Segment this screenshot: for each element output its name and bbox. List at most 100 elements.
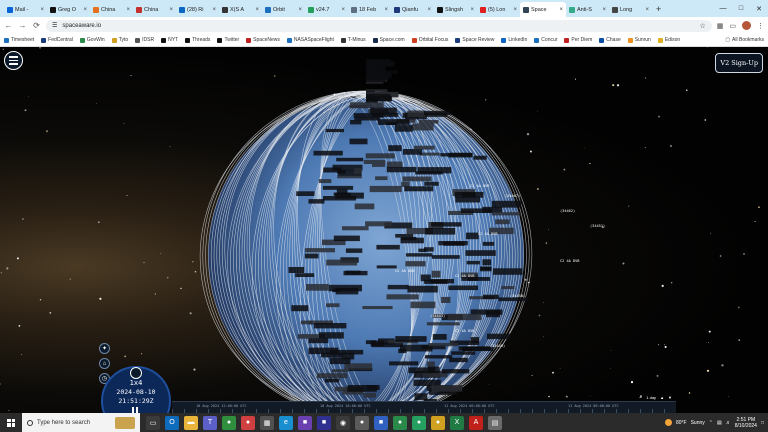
site-info-icon[interactable]: ☰ — [52, 22, 57, 29]
browser-tab[interactable]: Long × — [609, 2, 652, 17]
tray-arrow-icon[interactable]: ⌃ — [709, 420, 713, 426]
bookmark-item[interactable]: Edison — [657, 37, 680, 43]
time-dial-knob[interactable] — [130, 367, 142, 379]
browser-tab[interactable]: China × — [133, 2, 176, 17]
bookmark-item[interactable]: SpaceNews — [246, 37, 280, 43]
bookmark-item[interactable]: Twitter — [217, 37, 239, 43]
satellite-label[interactable]: (34451) — [590, 224, 605, 228]
tab-close-icon[interactable]: × — [384, 7, 388, 13]
minimize-icon[interactable]: — — [714, 0, 732, 17]
v2-signup-button[interactable]: V2 Sign-Up — [715, 53, 763, 73]
browser-tab[interactable]: Mail - × — [4, 2, 47, 17]
app-12-icon[interactable]: ● — [355, 415, 369, 430]
excel-icon[interactable]: X — [450, 415, 464, 430]
close-icon[interactable]: ✕ — [750, 0, 768, 17]
bookmark-item[interactable]: NASASpaceFlight — [286, 37, 334, 43]
browser-tab[interactable]: Anti-S × — [566, 2, 609, 17]
teams-icon[interactable]: T — [203, 415, 217, 430]
globe-canvas[interactable]: C2 4A DVB (34467) C2 4A DVB (34462) C2 4A DV… — [0, 47, 768, 413]
tab-close-icon[interactable]: × — [40, 7, 44, 13]
satellite-label[interactable]: C2 4A DVB — [470, 184, 489, 188]
bookmark-item[interactable]: NYT — [161, 37, 178, 43]
extensions-icon[interactable]: ▦ — [717, 22, 724, 30]
tab-close-icon[interactable]: × — [298, 7, 302, 13]
weather-icon[interactable] — [664, 419, 672, 426]
bookmark-item[interactable]: LinkedIn — [501, 37, 527, 43]
calculator-icon[interactable]: ▦ — [260, 415, 274, 430]
tab-close-icon[interactable]: × — [255, 7, 259, 13]
satellite-label[interactable]: C2 4A DVB — [455, 329, 474, 333]
browser-menu-icon[interactable]: ⋮ — [757, 22, 764, 30]
globe-viewport[interactable]: C2 4A DVB (34467) C2 4A DVB (34462) C2 4A DV… — [0, 47, 768, 413]
new-tab-button[interactable]: + — [656, 4, 661, 14]
bookmark-item[interactable]: Space.com — [372, 37, 405, 43]
notification-icon[interactable]: □ — [761, 420, 764, 426]
chrome-icon[interactable]: ● — [222, 415, 236, 430]
tab-close-icon[interactable]: × — [427, 7, 431, 13]
satellite-label[interactable]: (34443) — [430, 314, 445, 318]
network-icon[interactable]: ▤ — [717, 420, 722, 426]
back-icon[interactable]: ← — [4, 21, 13, 30]
volume-icon[interactable]: ♬ — [726, 420, 731, 426]
address-bar[interactable]: ☰ spaceaware.io ☆ — [46, 19, 712, 32]
bookmark-item[interactable]: Orbital Focus — [411, 37, 448, 43]
bookmark-item[interactable]: Concur — [534, 37, 557, 43]
sidebar-icon[interactable]: ▭ — [729, 22, 736, 30]
browser-tab[interactable]: X(S A × — [219, 2, 262, 17]
bookmark-item[interactable]: Space Review — [455, 37, 494, 43]
browser-tab[interactable]: Orbit × — [262, 2, 305, 17]
satellite-icon[interactable]: ✦ — [99, 343, 110, 354]
bookmark-item[interactable]: GovWin — [79, 37, 105, 43]
tab-close-icon[interactable]: × — [602, 7, 606, 13]
bookmark-item[interactable]: FedCentral — [41, 37, 73, 43]
zoom-icon[interactable]: ⌕ — [639, 394, 642, 400]
satellite-label[interactable]: C2 4A DVB — [560, 259, 579, 263]
task-view-icon[interactable]: ▭ — [146, 415, 160, 430]
tab-close-icon[interactable]: × — [341, 7, 345, 13]
browser-tab[interactable]: (5) Lon × — [477, 2, 520, 17]
tab-close-icon[interactable]: × — [126, 7, 130, 13]
forward-icon[interactable]: → — [18, 21, 27, 30]
chrome-2-icon[interactable]: ● — [431, 415, 445, 430]
satellite-label[interactable]: C2 4A DVB — [455, 274, 474, 278]
tab-close-icon[interactable]: × — [212, 7, 216, 13]
outlook-icon[interactable]: O — [165, 415, 179, 430]
tab-close-icon[interactable]: × — [645, 7, 649, 13]
browser-tab[interactable]: Space × — [520, 2, 566, 17]
app-6-icon[interactable]: ● — [241, 415, 255, 430]
app-10-icon[interactable]: ■ — [317, 415, 331, 430]
acrobat-icon[interactable]: A — [469, 415, 483, 430]
bookmark-item[interactable]: IDSR — [135, 37, 154, 43]
browser-tab[interactable]: Greg O × — [47, 2, 90, 17]
bookmark-item[interactable]: Per Diem — [564, 37, 592, 43]
maximize-icon[interactable]: □ — [732, 0, 750, 17]
bookmark-star-icon[interactable]: ☆ — [699, 22, 705, 30]
timeline-bar[interactable]: 10 Aug 2024 12:00:00 UTC 10 Aug 2024 18:… — [172, 401, 676, 413]
satellite-label[interactable]: (34462) — [560, 209, 575, 213]
bookmark-item[interactable]: T-Minus — [340, 37, 366, 43]
browser-tab[interactable]: v24.7 × — [305, 2, 348, 17]
browser-tab[interactable]: (28) Ri × — [176, 2, 219, 17]
bookmark-item[interactable]: Tyto — [111, 37, 128, 43]
taskbar-clock[interactable]: 2:51 PM 8/10/2024 — [735, 417, 757, 429]
bookmark-item[interactable]: Sunrun — [627, 37, 651, 43]
app-11-icon[interactable]: ◉ — [336, 415, 350, 430]
reload-icon[interactable]: ⟳ — [32, 21, 41, 30]
start-button[interactable] — [0, 413, 22, 432]
browser-tab[interactable]: 18 Feb × — [348, 2, 391, 17]
browser-tab[interactable]: Slingsh × — [434, 2, 477, 17]
satellite-label[interactable]: (34467) — [505, 194, 520, 198]
app-13-icon[interactable]: ■ — [374, 415, 388, 430]
tab-close-icon[interactable]: × — [559, 7, 563, 13]
profile-avatar[interactable] — [742, 21, 751, 30]
browser-tab[interactable]: Qianfu × — [391, 2, 434, 17]
notepad-icon[interactable]: ▤ — [488, 415, 502, 430]
satellite-label[interactable]: C2 4A DVB — [395, 269, 414, 273]
app-14-icon[interactable]: ● — [393, 415, 407, 430]
app-9-icon[interactable]: ■ — [298, 415, 312, 430]
satellite-label[interactable]: (34458) — [510, 294, 525, 298]
bookmark-item[interactable]: Threads — [185, 37, 210, 43]
hamburger-menu-button[interactable] — [4, 51, 23, 70]
all-bookmarks-button[interactable]: ▢ All Bookmarks — [725, 37, 764, 43]
tab-close-icon[interactable]: × — [513, 7, 517, 13]
